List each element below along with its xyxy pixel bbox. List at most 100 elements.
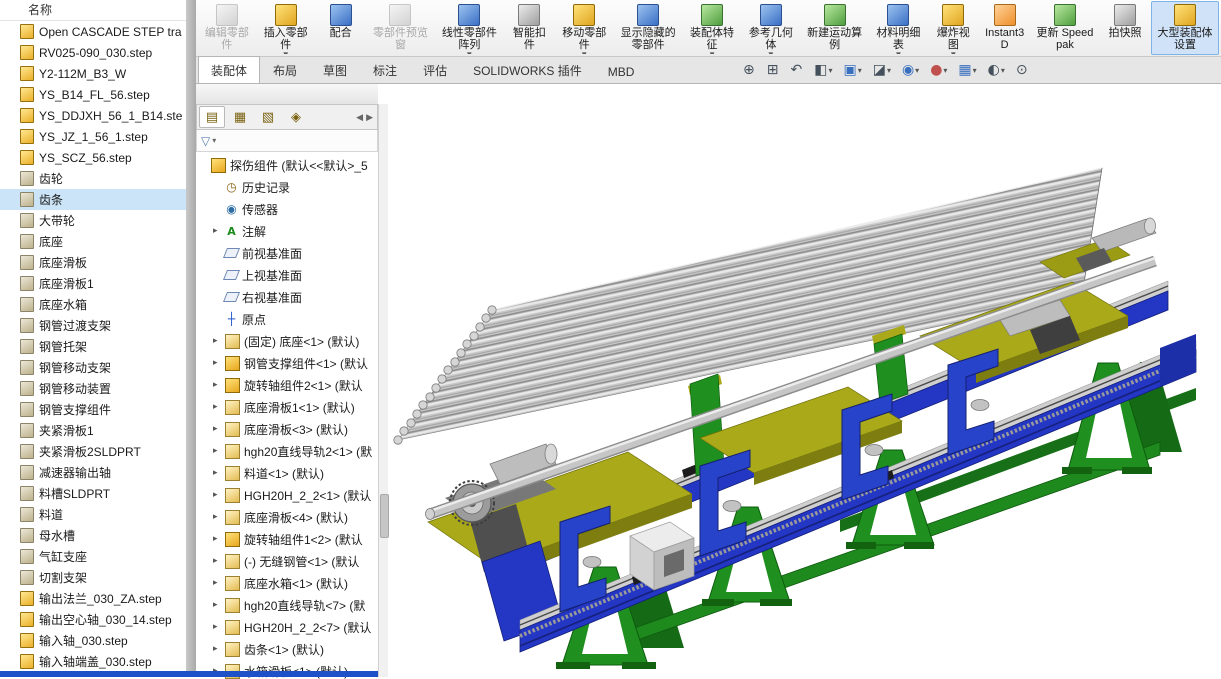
toolbar-button[interactable]: 编辑零部件 <box>198 1 256 55</box>
magnifier-icon[interactable]: ⊙ <box>1014 61 1031 79</box>
feature-tree-item[interactable]: 探伤组件 (默认<<默认>_5 <box>196 154 378 176</box>
toolbar-button[interactable]: 装配体特征 ▼ <box>683 1 741 55</box>
expand-arrow-icon[interactable]: ▸ <box>213 424 224 434</box>
file-list-item[interactable]: 底座滑板1 <box>0 273 186 294</box>
feature-tree-item[interactable]: ▸ hgh20直线导轨2<1> (默 <box>196 440 378 462</box>
feature-tree-item[interactable]: ▸ 齿条<1> (默认) <box>196 638 378 660</box>
edit-appearance-icon[interactable]: ● ▾ <box>928 61 949 79</box>
expand-arrow-icon[interactable]: ▸ <box>213 534 224 544</box>
panel-splitter[interactable] <box>186 0 196 677</box>
file-list-item[interactable]: 夹紧滑板2SLDPRT <box>0 441 186 462</box>
file-list-item[interactable]: 齿轮 <box>0 168 186 189</box>
expand-arrow-icon[interactable]: ▸ <box>213 402 224 412</box>
feature-tree-item[interactable]: ▸ 旋转轴组件1<2> (默认 <box>196 528 378 550</box>
feature-tree-item[interactable]: ▸ (固定) 底座<1> (默认) <box>196 330 378 352</box>
expand-arrow-icon[interactable]: ▸ <box>213 226 224 236</box>
file-list-item[interactable]: YS_DDJXH_56_1_B14.ste <box>0 105 186 126</box>
panel-scroll-right-icon[interactable]: ▶ <box>366 112 373 123</box>
feature-tree-item[interactable]: ▸ 底座滑板<3> (默认) <box>196 418 378 440</box>
feature-tree-item[interactable]: 上视基准面 <box>196 264 378 286</box>
expand-arrow-icon[interactable]: ▸ <box>213 490 224 500</box>
feature-tree-item[interactable]: ▸ 钢管支撑组件<1> (默认 <box>196 352 378 374</box>
expand-arrow-icon[interactable]: ▸ <box>213 446 224 456</box>
file-list-item[interactable]: RV025-090_030.step <box>0 42 186 63</box>
ribbon-tab[interactable]: 评估 <box>410 56 460 83</box>
file-list-item[interactable]: YS_SCZ_56.step <box>0 147 186 168</box>
feature-tree-item[interactable]: ▸ 料道<1> (默认) <box>196 462 378 484</box>
toolbar-button[interactable]: 更新 Speedpak <box>1031 1 1099 55</box>
expand-arrow-icon[interactable]: ▸ <box>213 600 224 610</box>
toolbar-button[interactable]: 智能扣件 <box>504 1 554 55</box>
feature-tree-item[interactable]: ▸ 底座滑板<4> (默认) <box>196 506 378 528</box>
feature-tree-item[interactable]: ▸ (-) 无缝钢管<1> (默认 <box>196 550 378 572</box>
file-list-header-name-column[interactable]: 名称 <box>0 0 186 21</box>
file-list-item[interactable]: 钢管过渡支架 <box>0 315 186 336</box>
ribbon-tab[interactable]: MBD <box>595 59 648 83</box>
view-orientation-icon[interactable]: ▣ ▾ <box>841 61 863 79</box>
feature-tree-item[interactable]: 右视基准面 <box>196 286 378 308</box>
file-list-item[interactable]: 料槽SLDPRT <box>0 483 186 504</box>
file-list-item[interactable]: 切割支架 <box>0 567 186 588</box>
feature-tree-item[interactable]: 前视基准面 <box>196 242 378 264</box>
configurationmanager-tab[interactable]: ▧ <box>255 106 281 128</box>
expand-arrow-icon[interactable]: ▸ <box>213 512 224 522</box>
file-list-item[interactable]: 母水槽 <box>0 525 186 546</box>
apply-scene-icon[interactable]: ▦ ▾ <box>956 61 978 79</box>
expand-arrow-icon[interactable]: ▸ <box>213 468 224 478</box>
toolbar-button[interactable]: 材料明细表 ▼ <box>870 1 928 55</box>
file-list-item[interactable]: 底座 <box>0 231 186 252</box>
file-list-item[interactable]: 输出空心轴_030_14.step <box>0 609 186 630</box>
toolbar-button[interactable]: 线性零部件阵列 ▼ <box>435 1 503 55</box>
file-list-item[interactable]: 减速器输出轴 <box>0 462 186 483</box>
feature-tree-filter[interactable]: ▽ ▾ <box>196 130 378 152</box>
expand-arrow-icon[interactable]: ▸ <box>213 358 224 368</box>
feature-tree-item[interactable]: ▸ HGH20H_2_2<7> (默认 <box>196 616 378 638</box>
feature-tree-item[interactable]: ▸ hgh20直线导轨<7> (默 <box>196 594 378 616</box>
file-list-item[interactable]: YS_B14_FL_56.step <box>0 84 186 105</box>
feature-tree-item[interactable]: ┼ 原点 <box>196 308 378 330</box>
file-list-item[interactable]: 底座水箱 <box>0 294 186 315</box>
expand-arrow-icon[interactable]: ▸ <box>213 644 224 654</box>
toolbar-button[interactable]: 新建运动算例 <box>801 1 869 55</box>
toolbar-button[interactable]: 零部件预览窗 <box>367 1 435 55</box>
feature-tree-item[interactable]: ▸ HGH20H_2_2<1> (默认 <box>196 484 378 506</box>
ribbon-tab[interactable]: 标注 <box>360 56 410 83</box>
file-list-item[interactable]: 齿条 <box>0 189 186 210</box>
file-list-item[interactable]: 钢管托架 <box>0 336 186 357</box>
file-list-item[interactable]: 大带轮 <box>0 210 186 231</box>
ribbon-tab[interactable]: 装配体 <box>198 56 260 83</box>
file-list-item[interactable]: 底座滑板 <box>0 252 186 273</box>
feature-tree-item[interactable]: ◉ 传感器 <box>196 198 378 220</box>
propertymanager-tab[interactable]: ▦ <box>227 106 253 128</box>
zoom-fit-icon[interactable]: ⊕ <box>741 61 758 79</box>
file-list-item[interactable]: YS_JZ_1_56_1.step <box>0 126 186 147</box>
hide-show-items-icon[interactable]: ◉ ▾ <box>900 61 921 79</box>
section-view-icon[interactable]: ◧ ▾ <box>812 61 834 79</box>
toolbar-button[interactable]: 参考几何体 ▼ <box>742 1 800 55</box>
expand-arrow-icon[interactable]: ▸ <box>213 622 224 632</box>
toolbar-button[interactable]: 大型装配体设置 <box>1151 1 1219 55</box>
file-list-item[interactable]: 夹紧滑板1 <box>0 420 186 441</box>
toolbar-button[interactable]: 移动零部件 ▼ <box>555 1 613 55</box>
toolbar-button[interactable]: 插入零部件 ▼ <box>257 1 315 55</box>
ribbon-tab[interactable]: 布局 <box>260 56 310 83</box>
file-list-item[interactable]: 钢管移动装置 <box>0 378 186 399</box>
file-list-item[interactable]: 钢管支撑组件 <box>0 399 186 420</box>
feature-tree-item[interactable]: ▸ 旋转轴组件2<1> (默认 <box>196 374 378 396</box>
zoom-area-icon[interactable]: ⊞ <box>765 61 782 79</box>
scrollbar-thumb[interactable] <box>380 494 389 538</box>
expand-arrow-icon[interactable]: ▸ <box>213 380 224 390</box>
view-settings-icon[interactable]: ◐ ▾ <box>986 61 1007 79</box>
ribbon-tab[interactable]: SOLIDWORKS 插件 <box>460 56 595 83</box>
windows-taskbar[interactable] <box>0 671 378 677</box>
toolbar-button[interactable]: Instant3D <box>979 1 1030 55</box>
expand-arrow-icon[interactable]: ▸ <box>213 336 224 346</box>
previous-view-icon[interactable]: ↶ <box>788 61 805 79</box>
featuremanager-tab[interactable]: ▤ <box>199 106 225 128</box>
toolbar-button[interactable]: 显示隐藏的零部件 <box>614 1 682 55</box>
file-list-item[interactable]: 料道 <box>0 504 186 525</box>
toolbar-button[interactable]: 配合 <box>316 1 366 55</box>
dimxpertmanager-tab[interactable]: ◈ <box>283 106 309 128</box>
file-list-item[interactable]: Open CASCADE STEP tra <box>0 21 186 42</box>
file-list-item[interactable]: 钢管移动支架 <box>0 357 186 378</box>
